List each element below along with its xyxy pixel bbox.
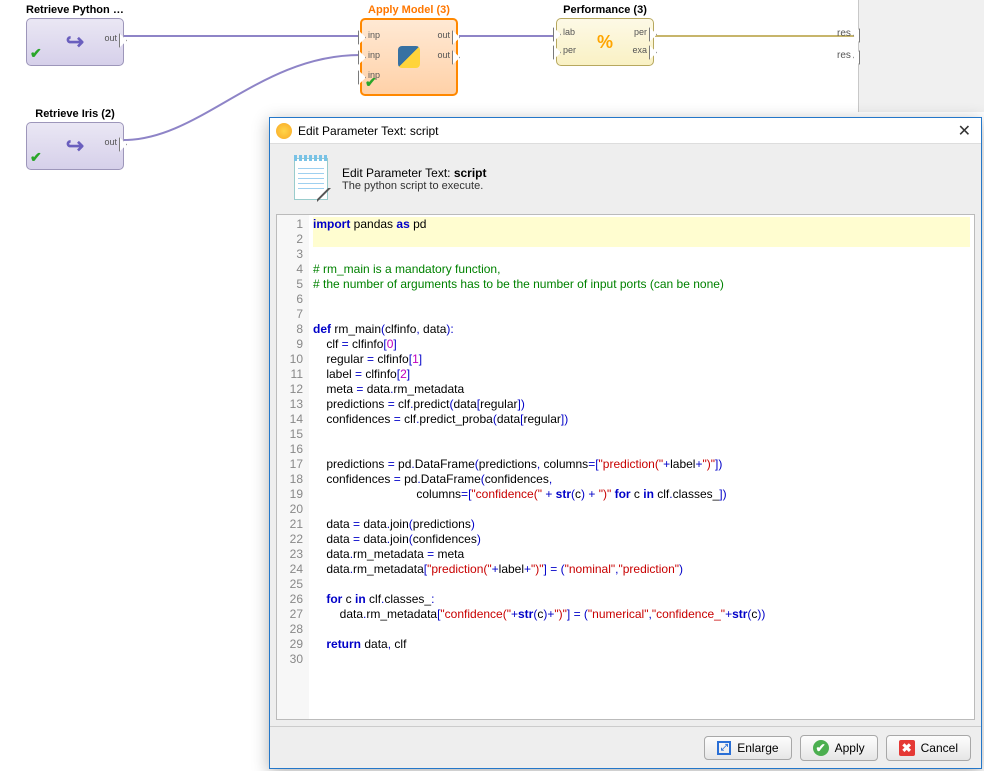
enlarge-button[interactable]: ⤢ Enlarge — [704, 736, 791, 760]
code-editor[interactable]: 1234567891011121314151617181920212223242… — [276, 214, 975, 720]
dialog-header: Edit Parameter Text: script The python s… — [270, 144, 981, 214]
port-out[interactable] — [119, 137, 127, 152]
port-per[interactable] — [553, 45, 561, 60]
retrieve-icon: ↪ — [66, 29, 84, 55]
node-retrieve-iris[interactable]: Retrieve Iris (2) ↪ ✔ out — [26, 108, 124, 170]
port-per-out[interactable] — [649, 27, 657, 42]
edit-parameter-dialog[interactable]: Edit Parameter Text: script ✕ Edit Param… — [269, 117, 982, 769]
close-icon: ✖ — [899, 740, 915, 756]
dialog-header-title: Edit Parameter Text: script — [342, 166, 487, 180]
port-label: out — [104, 137, 117, 147]
sink-port-res[interactable] — [853, 50, 860, 65]
close-icon[interactable]: ✕ — [954, 121, 975, 141]
notepad-icon — [294, 158, 328, 200]
port-out[interactable] — [119, 33, 127, 48]
line-number-gutter: 1234567891011121314151617181920212223242… — [277, 215, 309, 719]
port-inp[interactable] — [358, 30, 366, 45]
dialog-titlebar[interactable]: Edit Parameter Text: script ✕ — [270, 118, 981, 144]
port-out[interactable] — [452, 30, 460, 45]
node-performance[interactable]: Performance (3) % lab per per exa — [556, 4, 654, 66]
node-title: Performance (3) — [556, 4, 654, 16]
dialog-title: Edit Parameter Text: script — [298, 124, 439, 138]
check-icon: ✔ — [30, 45, 42, 62]
enlarge-icon: ⤢ — [717, 741, 731, 755]
apply-button[interactable]: ✔ Apply — [800, 735, 878, 761]
sink-port-res[interactable] — [853, 28, 860, 43]
retrieve-icon: ↪ — [66, 133, 84, 159]
port-out[interactable] — [452, 50, 460, 65]
app-icon — [276, 123, 292, 139]
code-area[interactable]: import pandas as pd # rm_main is a manda… — [309, 215, 974, 719]
node-title: Retrieve Iris (2) — [26, 108, 124, 120]
python-icon — [398, 46, 420, 68]
check-icon: ✔ — [30, 149, 42, 166]
node-title: Retrieve Python GBT... — [26, 4, 124, 16]
node-retrieve-python-gbt[interactable]: Retrieve Python GBT... ↪ ✔ out — [26, 4, 124, 66]
node-apply-model[interactable]: Apply Model (3) ✔ inp inp inp out out — [360, 4, 458, 96]
port-exa[interactable] — [649, 45, 657, 60]
percent-icon: % — [597, 32, 613, 53]
port-label: out — [104, 33, 117, 43]
dialog-header-sub: The python script to execute. — [342, 180, 487, 192]
cancel-button[interactable]: ✖ Cancel — [886, 735, 971, 761]
node-title: Apply Model (3) — [360, 4, 458, 16]
port-inp[interactable] — [358, 50, 366, 65]
port-inp[interactable] — [358, 70, 366, 85]
process-sink-panel: res res — [858, 0, 984, 112]
check-icon: ✔ — [813, 740, 829, 756]
port-lab[interactable] — [553, 27, 561, 42]
dialog-footer: ⤢ Enlarge ✔ Apply ✖ Cancel — [270, 726, 981, 768]
